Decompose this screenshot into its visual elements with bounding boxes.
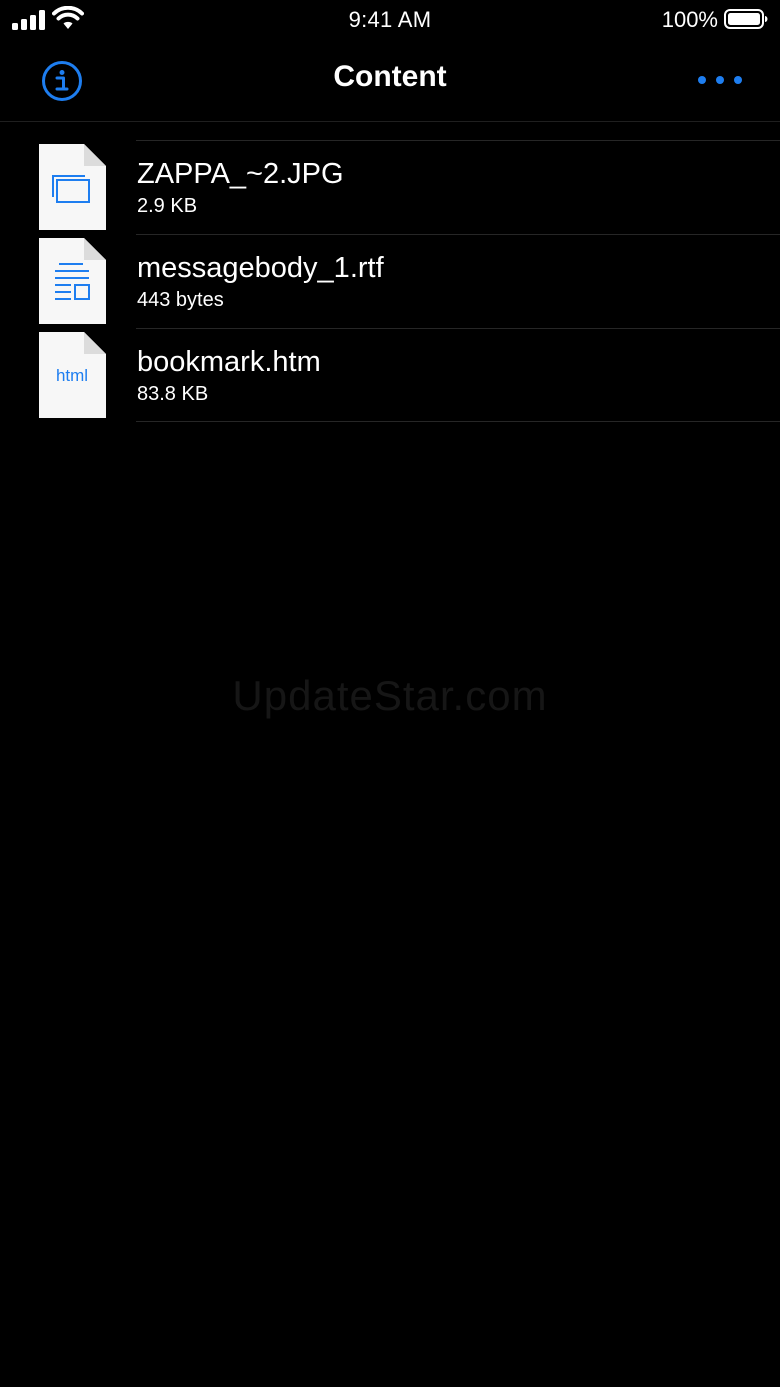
file-size: 83.8 KB: [137, 383, 209, 405]
file-name: messagebody_1.rtf: [137, 252, 384, 284]
navigation-bar: Content: [0, 40, 780, 122]
more-dots-icon[interactable]: [696, 67, 744, 93]
row-separator: [136, 234, 780, 235]
file-row[interactable]: ZAPPA_~2.JPG 2.9 KB: [0, 140, 780, 234]
status-bar: 9:41 AM 100%: [0, 0, 780, 40]
file-list: ZAPPA_~2.JPG 2.9 KB messagebody_1.rtf 44…: [0, 140, 780, 422]
file-size: 2.9 KB: [137, 195, 198, 217]
row-separator: [136, 421, 780, 422]
image-file-icon: [39, 144, 106, 230]
file-row[interactable]: html bookmark.htm 83.8 KB: [0, 328, 780, 422]
page-title: Content: [333, 60, 447, 93]
battery-full-icon: [724, 9, 768, 29]
file-name: ZAPPA_~2.JPG: [137, 158, 344, 190]
battery-percent: 100%: [661, 7, 718, 32]
file-size: 443 bytes: [137, 289, 224, 311]
file-name: bookmark.htm: [137, 346, 321, 378]
file-row[interactable]: messagebody_1.rtf 443 bytes: [0, 234, 780, 328]
row-separator: [136, 328, 780, 329]
row-separator: [136, 140, 780, 141]
watermark: UpdateStar.com: [232, 672, 548, 719]
html-icon-label: html: [56, 366, 88, 385]
document-file-icon: [39, 238, 106, 324]
html-file-icon: html: [39, 332, 106, 418]
